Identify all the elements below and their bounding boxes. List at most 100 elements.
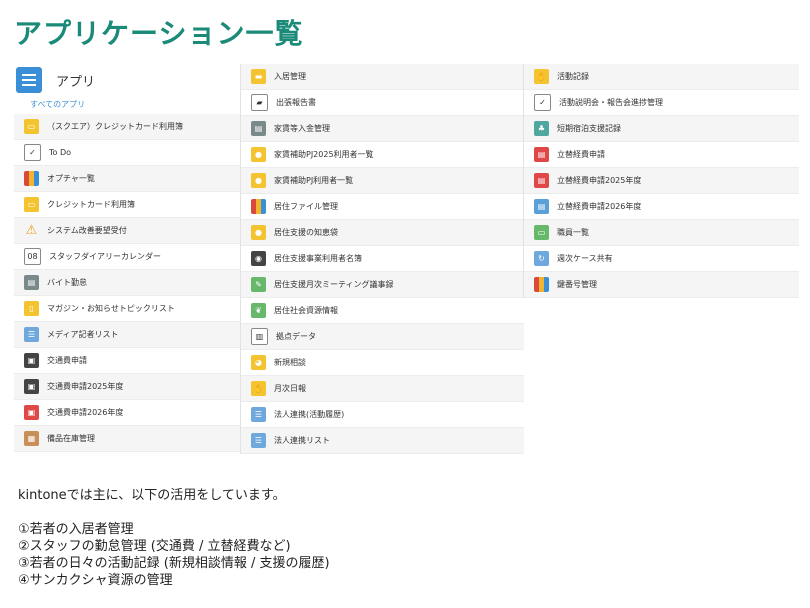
menu-icon[interactable]: [16, 67, 42, 93]
list-icon: ☰: [24, 327, 39, 342]
app-label: メディア記者リスト: [47, 330, 119, 339]
app-list-item[interactable]: ▣ 交通費申請: [14, 348, 240, 374]
bulb-icon: ●: [251, 225, 266, 240]
app-list-item[interactable]: ☰ メディア記者リスト: [14, 322, 240, 348]
app-list-item[interactable]: ▤ バイト勤怠: [14, 270, 240, 296]
app-label: To Do: [49, 148, 72, 157]
train-red-icon: ▣: [24, 405, 39, 420]
app-list-item[interactable]: ↻ 週次ケース共有: [524, 246, 799, 272]
car-icon: ▰: [251, 94, 268, 111]
app-label: 鍵番号管理: [557, 280, 597, 289]
receipt-icon: ▤: [534, 147, 549, 162]
app-label: 交通費申請2025年度: [47, 382, 124, 391]
app-label: オプチャ一覧: [47, 174, 95, 183]
app-list-item[interactable]: ✋ 月次日報: [241, 376, 524, 402]
app-list-item[interactable]: ✋ 活動記録: [524, 64, 799, 90]
tree-icon: ♣: [534, 121, 549, 136]
app-label: 居住ファイル管理: [274, 202, 338, 211]
app-list-item[interactable]: ▯ マガジン・お知らせトピックリスト: [14, 296, 240, 322]
app-label: 立替経費申請2026年度: [557, 202, 642, 211]
app-label: 月次日報: [274, 384, 306, 393]
train-icon: ▣: [24, 379, 39, 394]
app-list-item[interactable]: 鍵番号管理: [524, 272, 799, 298]
app-list-item[interactable]: ▥ 拠点データ: [241, 324, 524, 350]
app-list-item[interactable]: ▤ 立替経費申請: [524, 142, 799, 168]
app-label: 短期宿泊支援記録: [557, 124, 621, 133]
app-label: 出張報告書: [276, 98, 316, 107]
app-list-item[interactable]: ☰ 法人連携リスト: [241, 428, 524, 454]
building-icon: ▥: [251, 328, 268, 345]
app-list-item[interactable]: ▭ クレジットカード利用簿: [14, 192, 240, 218]
checklist-icon: ✓: [24, 144, 41, 161]
id-card-icon: ▭: [534, 225, 549, 240]
intro-line: kintoneでは主に、以下の活用をしています。: [18, 488, 286, 503]
app-list-item[interactable]: ✓ To Do: [14, 140, 240, 166]
app-column-3: ✋ 活動記録 ✓ 活動説明会・報告会進捗管理 ♣ 短期宿泊支援記録 ▤ 立替経費申請 ▤ 立替経費…: [523, 64, 799, 298]
app-list-item[interactable]: ❦ 居住社会資源情報: [241, 298, 524, 324]
app-list-item[interactable]: ▤ 立替経費申請2025年度: [524, 168, 799, 194]
app-list-item[interactable]: ● 家賃補助PJ2025利用者一覧: [241, 142, 524, 168]
app-label: 居住支援事業利用者名簿: [274, 254, 362, 263]
share-icon: ↻: [534, 251, 549, 266]
chick-icon: ◕: [251, 355, 266, 370]
pencil-icon: ✎: [251, 277, 266, 292]
checklist-icon: ✓: [534, 94, 551, 111]
calendar-icon: 08: [24, 248, 41, 265]
app-label: 新規相談: [274, 358, 306, 367]
app-list-item[interactable]: ✎ 居住支援月次ミーティング議事録: [241, 272, 524, 298]
list-icon: ☰: [251, 407, 266, 422]
bulb-icon: ●: [251, 147, 266, 162]
apps-header: アプリ: [14, 64, 240, 96]
app-list-item[interactable]: ◕ 新規相談: [241, 350, 524, 376]
app-list-item[interactable]: ◉ 居住支援事業利用者名簿: [241, 246, 524, 272]
app-list-item[interactable]: ● 居住支援の知恵袋: [241, 220, 524, 246]
credit-card-icon: ▭: [24, 197, 39, 212]
receipt-icon: ▤: [534, 173, 549, 188]
app-column-2: ▬ 入居管理 ▰ 出張報告書 ▤ 家賃等入金管理 ● 家賃補助PJ2025利用者一覧 ● 家賃補助…: [240, 64, 524, 454]
boxes-icon: ▦: [24, 431, 39, 446]
document-icon: ▯: [24, 301, 39, 316]
app-label: 法人連携(活動履歴): [274, 410, 345, 419]
app-list-item[interactable]: ▰ 出張報告書: [241, 90, 524, 116]
app-list-item[interactable]: 08 スタッフダイアリーカレンダー: [14, 244, 240, 270]
app-list: ▭ （スクエア）クレジットカード利用簿 ✓ To Do オプチャ一覧 ▭ クレジットカード利…: [14, 114, 240, 452]
app-list-item[interactable]: ▬ 入居管理: [241, 64, 524, 90]
baseball-icon: ◉: [251, 251, 266, 266]
app-list: ▬ 入居管理 ▰ 出張報告書 ▤ 家賃等入金管理 ● 家賃補助PJ2025利用者一覧 ● 家賃補助…: [241, 64, 524, 454]
app-label: 交通費申請2026年度: [47, 408, 124, 417]
books-icon: [24, 171, 39, 186]
app-list-item[interactable]: ▦ 備品在庫管理: [14, 426, 240, 452]
app-list-item[interactable]: ● 家賃補助PJ利用者一覧: [241, 168, 524, 194]
app-label: （スクエア）クレジットカード利用簿: [47, 122, 183, 131]
credit-card-icon: ▭: [24, 119, 39, 134]
all-apps-link[interactable]: すべてのアプリ: [14, 96, 240, 114]
app-label: クレジットカード利用簿: [47, 200, 135, 209]
app-list-item[interactable]: ▭ 職員一覧: [524, 220, 799, 246]
page-title: アプリケーション一覧: [14, 17, 304, 50]
app-list-item[interactable]: ☰ 法人連携(活動履歴): [241, 402, 524, 428]
app-list-item[interactable]: ▣ 交通費申請2025年度: [14, 374, 240, 400]
thumbs-up-icon: ✋: [251, 381, 266, 396]
books-icon: [534, 277, 549, 292]
app-list-item[interactable]: ✓ 活動説明会・報告会進捗管理: [524, 90, 799, 116]
app-list-item[interactable]: ▤ 立替経費申請2026年度: [524, 194, 799, 220]
app-label: バイト勤怠: [47, 278, 87, 287]
bulb-icon: ●: [251, 173, 266, 188]
app-list-item[interactable]: ♣ 短期宿泊支援記録: [524, 116, 799, 142]
app-list-item[interactable]: ▭ （スクエア）クレジットカード利用簿: [14, 114, 240, 140]
app-list-item[interactable]: 居住ファイル管理: [241, 194, 524, 220]
app-label: 居住支援月次ミーティング議事録: [274, 280, 394, 289]
app-list: ✋ 活動記録 ✓ 活動説明会・報告会進捗管理 ♣ 短期宿泊支援記録 ▤ 立替経費申請 ▤ 立替経費…: [524, 64, 799, 298]
thumbs-up-icon: ✋: [534, 69, 549, 84]
app-label: 備品在庫管理: [47, 434, 95, 443]
app-list-item[interactable]: ▣ 交通費申請2026年度: [14, 400, 240, 426]
app-column-1: アプリ すべてのアプリ ▭ （スクエア）クレジットカード利用簿 ✓ To Do オプチャ…: [14, 64, 240, 452]
app-label: マガジン・お知らせトピックリスト: [47, 304, 175, 313]
app-label: 立替経費申請2025年度: [557, 176, 642, 185]
app-list-item[interactable]: ⚠ システム改善要望受付: [14, 218, 240, 244]
app-label: 職員一覧: [557, 228, 589, 237]
app-list-item[interactable]: ▤ 家賃等入金管理: [241, 116, 524, 142]
app-list-item[interactable]: オプチャ一覧: [14, 166, 240, 192]
app-label: 交通費申請: [47, 356, 87, 365]
app-label: 立替経費申請: [557, 150, 605, 159]
